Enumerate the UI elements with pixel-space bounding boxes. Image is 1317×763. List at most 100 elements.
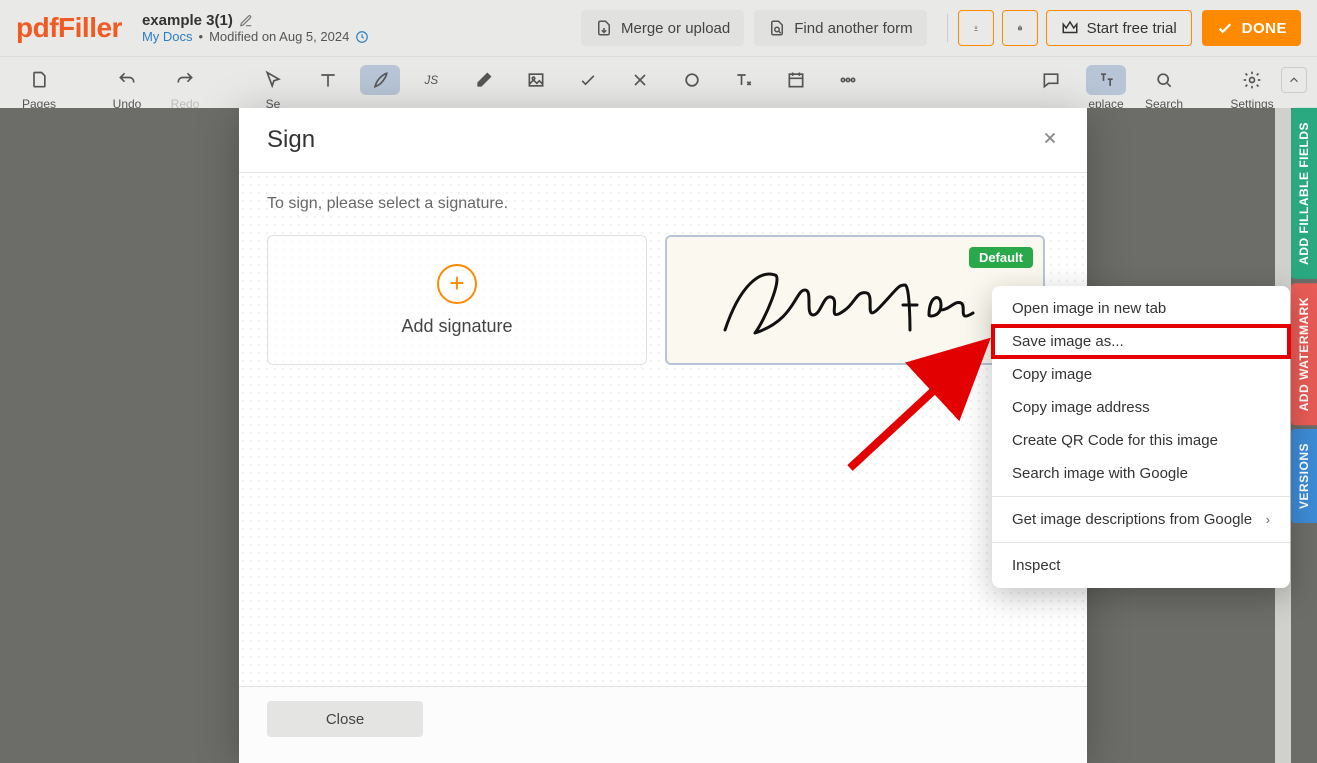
document-info: example 3(1) My Docs • Modified on Aug 5…: [142, 12, 369, 44]
collapse-panel-button[interactable]: [1281, 67, 1307, 93]
ctx-copy-address[interactable]: Copy image address: [992, 391, 1290, 424]
signature-image: [705, 255, 1005, 345]
modal-overlay: Sign To sign, please select a signature.…: [0, 108, 1317, 763]
plus-circle-icon: +: [437, 264, 477, 304]
checkmark-icon: [578, 70, 598, 90]
crown-icon: [1061, 19, 1079, 37]
cursor-icon: [263, 70, 283, 90]
gear-icon: [1242, 70, 1262, 90]
cross-icon: [630, 70, 650, 90]
comment-tool[interactable]: [1025, 59, 1077, 95]
ctx-label: Search image with Google: [1012, 465, 1188, 482]
ctx-label: Open image in new tab: [1012, 300, 1166, 317]
svg-text:JS: JS: [424, 74, 439, 87]
ctx-label: Create QR Code for this image: [1012, 432, 1218, 449]
date-icon: [786, 70, 806, 90]
initials-tool[interactable]: JS: [406, 59, 458, 95]
redo-icon: [175, 70, 195, 90]
history-icon[interactable]: [355, 30, 369, 44]
ctx-search-google[interactable]: Search image with Google: [992, 457, 1290, 490]
check-tool[interactable]: [562, 59, 614, 95]
pages-tool[interactable]: Pages: [10, 59, 68, 111]
modified-date: Modified on Aug 5, 2024: [209, 29, 349, 44]
done-button[interactable]: DONE: [1202, 10, 1301, 46]
textbox-tool[interactable]: [718, 59, 770, 95]
ctx-label: Save image as...: [1012, 333, 1124, 350]
find-form-button[interactable]: Find another form: [754, 10, 926, 46]
close-icon: [1041, 129, 1059, 147]
undo-icon: [117, 70, 137, 90]
ctx-inspect[interactable]: Inspect: [992, 549, 1290, 582]
ctx-separator: [992, 496, 1290, 497]
editor-toolbar: Pages Undo Redo Se JS eplace Search Sett…: [0, 56, 1317, 108]
settings-tool[interactable]: Settings: [1223, 59, 1281, 111]
top-bar: pdfFiller example 3(1) My Docs • Modifie…: [0, 0, 1317, 56]
chevron-up-icon: [1287, 73, 1301, 87]
app-logo: pdfFiller: [16, 12, 122, 44]
chevron-right-icon: ›: [1266, 512, 1270, 527]
modal-close-button[interactable]: [1041, 127, 1059, 153]
ctx-image-descriptions[interactable]: Get image descriptions from Google ›: [992, 503, 1290, 536]
ctx-separator: [992, 542, 1290, 543]
edit-title-icon[interactable]: [239, 14, 253, 28]
add-signature-card[interactable]: + Add signature: [267, 235, 647, 365]
my-docs-link[interactable]: My Docs: [142, 29, 193, 44]
pages-icon: [29, 70, 49, 90]
sign-modal: Sign To sign, please select a signature.…: [239, 108, 1087, 763]
ctx-label: Get image descriptions from Google: [1012, 511, 1252, 528]
ctx-open-new-tab[interactable]: Open image in new tab: [992, 292, 1290, 325]
ctx-label: Inspect: [1012, 557, 1060, 574]
print-button[interactable]: [1002, 10, 1038, 46]
check-icon: [1216, 19, 1234, 37]
document-title: example 3(1): [142, 12, 233, 29]
image-icon: [526, 70, 546, 90]
ctx-label: Copy image address: [1012, 399, 1150, 416]
undo-tool[interactable]: Undo: [98, 59, 156, 111]
replace-tool[interactable]: eplace: [1077, 59, 1135, 111]
textbox-icon: [734, 70, 754, 90]
print-icon: [1017, 19, 1023, 37]
download-button[interactable]: [958, 10, 994, 46]
date-tool[interactable]: [770, 59, 822, 95]
start-trial-button[interactable]: Start free trial: [1046, 10, 1192, 46]
sign-tool[interactable]: [354, 59, 406, 95]
sign-instruction: To sign, please select a signature.: [267, 195, 1059, 213]
quill-icon: [370, 70, 390, 90]
image-tool[interactable]: [510, 59, 562, 95]
download-icon: [973, 19, 979, 37]
ctx-create-qr[interactable]: Create QR Code for this image: [992, 424, 1290, 457]
ctx-save-image-as[interactable]: Save image as...: [992, 325, 1290, 358]
ctx-label: Copy image: [1012, 366, 1092, 383]
merge-icon: [595, 19, 613, 37]
default-badge: Default: [969, 247, 1033, 268]
replace-icon: [1096, 70, 1116, 90]
select-tool[interactable]: Se: [244, 59, 302, 111]
modal-title: Sign: [267, 126, 315, 154]
cross-tool[interactable]: [614, 59, 666, 95]
merge-label: Merge or upload: [621, 20, 730, 37]
text-icon: [318, 70, 338, 90]
search-tool[interactable]: Search: [1135, 59, 1193, 111]
modal-close-footer-button[interactable]: Close: [267, 701, 423, 737]
dot-separator: •: [199, 29, 204, 44]
more-tool[interactable]: [822, 59, 874, 95]
erase-tool[interactable]: [458, 59, 510, 95]
done-label: DONE: [1242, 20, 1287, 37]
header-divider: [947, 14, 948, 42]
find-form-label: Find another form: [794, 20, 912, 37]
merge-upload-button[interactable]: Merge or upload: [581, 10, 744, 46]
eraser-icon: [474, 70, 494, 90]
start-trial-label: Start free trial: [1087, 20, 1177, 37]
search-icon: [1154, 70, 1174, 90]
redo-tool[interactable]: Redo: [156, 59, 214, 111]
text-tool[interactable]: [302, 59, 354, 95]
circle-tool[interactable]: [666, 59, 718, 95]
comment-icon: [1041, 70, 1061, 90]
workspace: ADD FILLABLE FIELDS ADD WATERMARK VERSIO…: [0, 108, 1317, 763]
more-icon: [838, 70, 858, 90]
signature-card[interactable]: Default: [665, 235, 1045, 365]
add-signature-label: Add signature: [401, 316, 512, 337]
circle-icon: [682, 70, 702, 90]
ctx-copy-image[interactable]: Copy image: [992, 358, 1290, 391]
initials-icon: JS: [422, 70, 442, 90]
